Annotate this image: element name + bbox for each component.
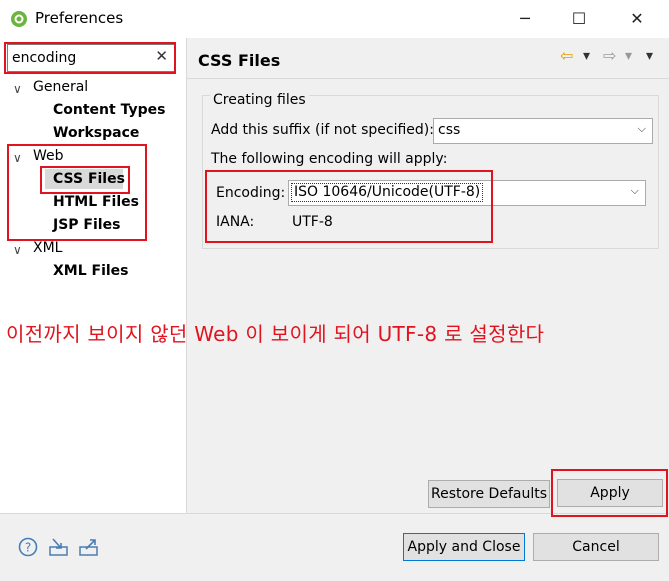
restore-defaults-button[interactable]: Restore Defaults: [428, 480, 550, 508]
import-icon[interactable]: [48, 537, 70, 557]
apply-and-close-button[interactable]: Apply and Close: [403, 533, 525, 561]
suffix-value: css: [438, 122, 461, 138]
help-icon[interactable]: ?: [18, 537, 40, 557]
group-title: Creating files: [210, 92, 309, 108]
annotation-box-filter: [4, 42, 176, 74]
forward-arrow-icon[interactable]: ⇨: [603, 46, 616, 65]
back-menu-icon[interactable]: ▾: [583, 48, 590, 64]
page-title: CSS Files: [198, 51, 281, 70]
tree-item-content-types[interactable]: Content Types: [53, 102, 165, 118]
chevron-down-icon[interactable]: ∨: [13, 243, 22, 257]
annotation-text: 이전까지 보이지 않던 Web 이 보이게 되어 UTF-8 로 설정한다: [6, 322, 545, 346]
back-arrow-icon[interactable]: ⇦: [560, 46, 573, 65]
tree-item-xml-files[interactable]: XML Files: [53, 263, 129, 279]
annotation-box-css-files: [40, 166, 130, 194]
minimize-button[interactable]: ─: [510, 6, 540, 32]
tree-item-xml[interactable]: XML: [33, 240, 62, 256]
suffix-dropdown[interactable]: css ⌵: [433, 118, 653, 144]
header-separator: [187, 78, 669, 79]
chevron-down-icon[interactable]: ⌵: [638, 122, 646, 136]
close-button[interactable]: ✕: [622, 6, 652, 32]
export-icon[interactable]: [78, 537, 100, 557]
suffix-label: Add this suffix (if not specified):: [211, 122, 434, 138]
chevron-down-icon[interactable]: ⌵: [631, 184, 639, 198]
tree-item-general[interactable]: General: [33, 79, 88, 95]
cancel-button[interactable]: Cancel: [533, 533, 659, 561]
eclipse-app-icon: [11, 11, 27, 27]
annotation-box-apply: [551, 469, 668, 517]
svg-text:?: ?: [25, 541, 31, 555]
maximize-button[interactable]: ☐: [564, 6, 594, 32]
view-menu-icon[interactable]: ▾: [646, 48, 653, 64]
window-title: Preferences: [35, 9, 124, 27]
forward-menu-icon[interactable]: ▾: [625, 48, 632, 64]
tree-item-workspace[interactable]: Workspace: [53, 125, 139, 141]
annotation-box-encoding: [205, 170, 493, 243]
chevron-down-icon[interactable]: ∨: [13, 82, 22, 96]
encoding-intro-label: The following encoding will apply:: [211, 151, 448, 167]
